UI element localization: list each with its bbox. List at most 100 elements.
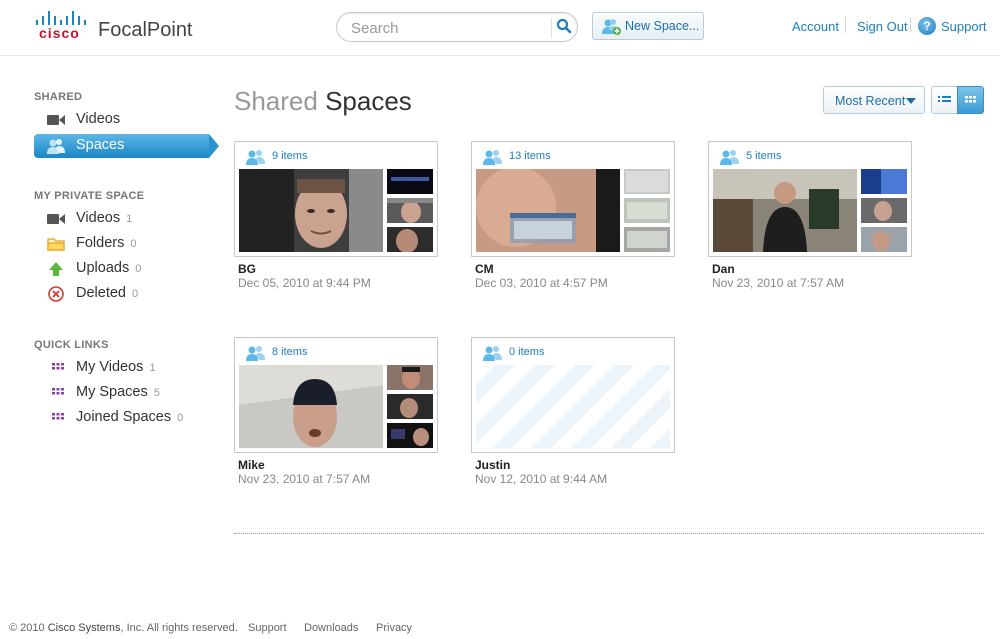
page-title: Shared Spaces <box>234 86 412 117</box>
space-card-mike[interactable]: 8 items <box>234 337 438 453</box>
video-thumbnail-small[interactable] <box>387 227 433 252</box>
space-name[interactable]: Justin <box>475 458 510 472</box>
sort-dropdown[interactable]: Most Recent <box>823 86 925 114</box>
video-thumbnail-small[interactable] <box>387 423 433 448</box>
item-count: 5 <box>153 387 160 399</box>
video-thumbnail-small[interactable] <box>387 365 433 390</box>
video-thumbnail[interactable] <box>239 169 383 252</box>
item-count: 0 <box>177 412 184 424</box>
sidebar-heading-quick-links: QUICK LINKS <box>34 339 109 351</box>
video-thumbnail[interactable] <box>239 365 383 448</box>
footer-privacy-link[interactable]: Privacy <box>376 622 412 634</box>
search-button[interactable] <box>551 18 572 38</box>
video-thumbnail-small[interactable] <box>387 198 433 223</box>
list-view-button[interactable] <box>931 86 958 114</box>
sidebar-item-label: Videos <box>76 111 121 127</box>
upload-arrow-icon <box>49 262 63 276</box>
delete-icon <box>48 286 64 302</box>
sidebar-item-label: Joined Spaces 0 <box>76 409 184 425</box>
video-thumbnail-small[interactable] <box>387 394 433 419</box>
new-space-button[interactable]: New Space... <box>592 12 704 40</box>
video-thumbnail[interactable] <box>713 169 857 252</box>
sidebar-item-shared-videos[interactable]: Videos <box>34 108 209 132</box>
sidebar-item-folders[interactable]: Folders 0 <box>34 232 209 256</box>
sidebar-heading-shared: SHARED <box>34 91 83 103</box>
sidebar-item-label: My Videos 1 <box>76 359 156 375</box>
add-people-icon <box>602 19 621 35</box>
space-name[interactable]: BG <box>238 262 256 276</box>
cisco-wordmark: cisco <box>39 25 80 41</box>
space-card-cm[interactable]: 13 items <box>471 141 675 257</box>
app-name: FocalPoint <box>98 19 193 41</box>
space-date: Nov 23, 2010 at 7:57 AM <box>238 472 371 486</box>
sidebar-item-my-spaces[interactable]: My Spaces 5 <box>34 381 209 405</box>
video-thumbnail-small[interactable] <box>861 198 907 223</box>
people-icon <box>483 150 502 165</box>
space-card-justin[interactable]: 0 items <box>471 337 675 453</box>
space-date: Dec 03, 2010 at 4:57 PM <box>475 276 608 290</box>
item-count-link[interactable]: 9 items <box>272 150 307 162</box>
item-count: 0 <box>135 263 142 275</box>
people-icon <box>720 150 739 165</box>
video-thumbnail-small[interactable] <box>624 198 670 223</box>
item-count: 1 <box>126 213 133 225</box>
item-count: 0 <box>130 238 137 250</box>
video-thumbnail-small[interactable] <box>624 169 670 194</box>
support-link[interactable]: Support <box>941 19 987 34</box>
grid-view-button[interactable] <box>957 86 984 114</box>
item-count: 1 <box>149 362 156 374</box>
space-name[interactable]: Mike <box>238 458 265 472</box>
space-card-bg[interactable]: 9 items <box>234 141 438 257</box>
page-title-light: Shared <box>234 86 318 116</box>
sidebar-heading-private: MY PRIVATE SPACE <box>34 190 145 202</box>
grid-icon <box>52 413 64 420</box>
footer-support-link[interactable]: Support <box>248 622 287 634</box>
footer-downloads-link[interactable]: Downloads <box>304 622 358 634</box>
video-camera-icon <box>47 115 65 125</box>
help-icon[interactable]: ? <box>918 17 936 35</box>
sidebar-item-deleted[interactable]: Deleted 0 <box>34 282 209 306</box>
video-thumbnail-small[interactable] <box>624 227 670 252</box>
space-date: Nov 23, 2010 at 7:57 AM <box>712 276 845 290</box>
account-link[interactable]: Account <box>792 19 839 34</box>
company-link[interactable]: Cisco Systems <box>48 622 121 634</box>
video-thumbnail-small[interactable] <box>861 227 907 252</box>
list-view-icon <box>938 96 951 102</box>
space-card-dan[interactable]: 5 items <box>708 141 912 257</box>
video-thumbnail-small[interactable] <box>861 169 907 194</box>
item-count-link[interactable]: 8 items <box>272 346 307 358</box>
chevron-down-icon <box>906 98 916 104</box>
page-title-dark: Spaces <box>325 86 412 116</box>
search-input[interactable] <box>351 19 541 37</box>
sign-out-link[interactable]: Sign Out <box>857 19 908 34</box>
item-count: 0 <box>131 288 139 300</box>
sidebar-item-label: Uploads 0 <box>76 260 142 276</box>
header: cisco FocalPoint New Space... Account Si… <box>0 0 1000 56</box>
item-count-link[interactable]: 13 items <box>509 150 551 162</box>
divider <box>845 17 846 33</box>
people-icon <box>47 139 65 154</box>
sidebar-item-my-videos[interactable]: My Videos 1 <box>34 356 209 380</box>
item-count-link[interactable]: 0 items <box>509 346 544 358</box>
space-date: Dec 05, 2010 at 9:44 PM <box>238 276 371 290</box>
sidebar-item-shared-spaces[interactable]: Spaces <box>34 134 219 158</box>
space-name[interactable]: CM <box>475 262 494 276</box>
video-thumbnail-small[interactable] <box>387 169 433 194</box>
item-count-link[interactable]: 5 items <box>746 150 781 162</box>
space-name[interactable]: Dan <box>712 262 735 276</box>
folder-icon <box>47 238 65 251</box>
sidebar-item-label: Folders 0 <box>76 235 137 251</box>
sidebar-item-private-videos[interactable]: Videos 1 <box>34 207 209 231</box>
space-date: Nov 12, 2010 at 9:44 AM <box>475 472 608 486</box>
people-icon <box>246 346 265 361</box>
sidebar-item-uploads[interactable]: Uploads 0 <box>34 257 209 281</box>
search-box <box>336 12 578 42</box>
video-camera-icon <box>47 214 65 224</box>
sidebar-item-joined-spaces[interactable]: Joined Spaces 0 <box>34 406 209 430</box>
sidebar-item-label: Deleted 0 <box>76 285 139 301</box>
video-thumbnail[interactable] <box>476 169 620 252</box>
people-icon <box>483 346 502 361</box>
sidebar-item-label: Videos 1 <box>76 210 133 226</box>
footer-copyright: © 2010 Cisco Systems, Inc. All rights re… <box>9 622 238 634</box>
search-icon <box>556 18 572 34</box>
